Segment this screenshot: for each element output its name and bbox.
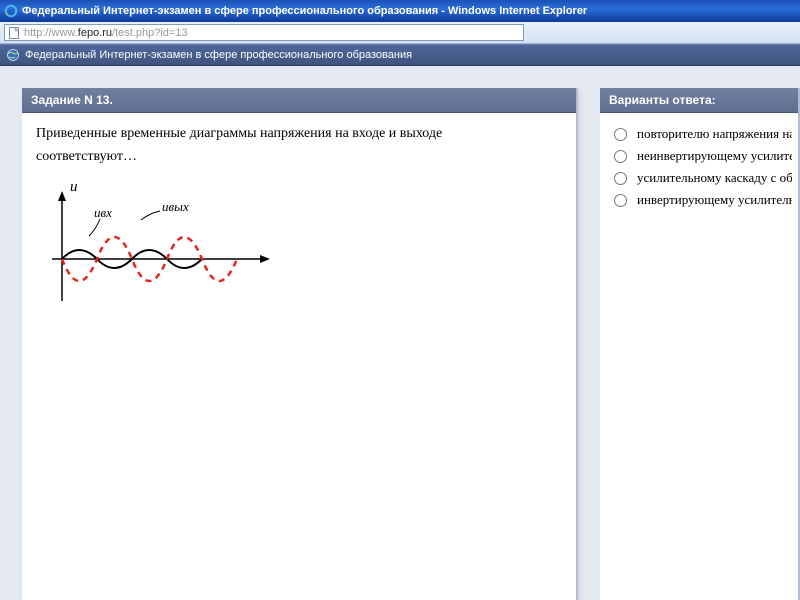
url-text: http://www.fepo.ru/test.php?id=13 [24,27,188,39]
answer-radio[interactable] [614,128,627,141]
task-panel: Задание N 13. Приведенные временные диаг… [22,88,578,600]
page-icon [7,26,21,40]
signal-in-label: uвх [94,205,112,220]
signal-out-label: uвых [162,199,189,214]
window-titlebar: Федеральный Интернет-экзамен в сфере про… [0,0,800,22]
ie-icon [4,4,18,18]
task-body: Приведенные временные диаграммы напряжен… [22,113,576,342]
answer-option[interactable]: инвертирующему усилителю [606,189,792,211]
answer-option[interactable]: повторителю напряжения на о [606,123,792,145]
answer-option[interactable]: усилительному каскаду с общ [606,167,792,189]
window-title: Федеральный Интернет-экзамен в сфере про… [22,5,587,17]
answer-label: инвертирующему усилителю [637,192,792,208]
task-prompt-line2: соответствуют… [36,148,562,167]
answers-header: Варианты ответа: [600,88,798,113]
answers-body: повторителю напряжения на о неинвертирую… [600,113,798,221]
answers-panel: Варианты ответа: повторителю напряжения … [600,88,800,600]
address-bar: http://www.fepo.ru/test.php?id=13 [0,22,800,44]
content-area: Задание N 13. Приведенные временные диаг… [0,66,800,600]
answer-radio[interactable] [614,150,627,163]
task-header: Задание N 13. [22,88,576,113]
answer-option[interactable]: неинвертирующему усилител [606,145,792,167]
page-banner: Федеральный Интернет-экзамен в сфере про… [0,44,800,66]
answer-radio[interactable] [614,172,627,185]
task-prompt-line1: Приведенные временные диаграммы напряжен… [36,125,562,144]
answer-label: усилительному каскаду с общ [637,170,792,186]
voltage-diagram: u uвх uвых [32,173,562,330]
answer-radio[interactable] [614,194,627,207]
answer-label: повторителю напряжения на о [637,126,792,142]
answer-label: неинвертирующему усилител [637,148,792,164]
globe-icon [6,48,20,62]
url-input[interactable]: http://www.fepo.ru/test.php?id=13 [4,24,524,41]
axis-label: u [70,179,78,195]
banner-title: Федеральный Интернет-экзамен в сфере про… [25,49,412,61]
